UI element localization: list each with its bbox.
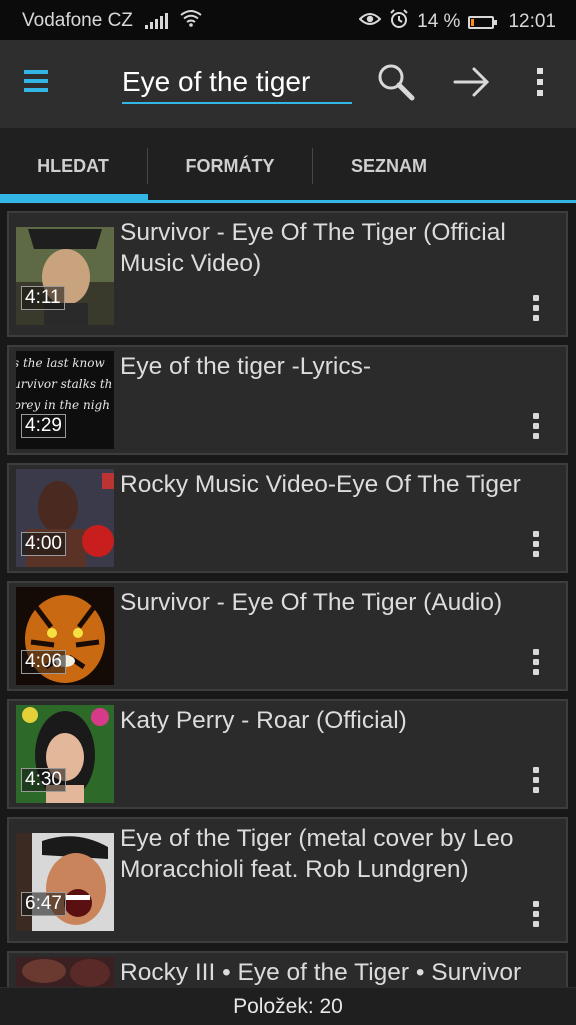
list-item[interactable]: 4:00 Rocky Music Video-Eye Of The Tiger bbox=[7, 463, 568, 573]
video-thumbnail bbox=[16, 957, 114, 987]
duration-badge: 4:06 bbox=[21, 650, 66, 674]
overflow-menu-icon[interactable] bbox=[516, 58, 564, 106]
tab-formaty[interactable]: FORMÁTY bbox=[157, 128, 303, 204]
video-title: Katy Perry - Roar (Official) bbox=[120, 707, 407, 734]
video-title: Eye of the tiger -Lyrics- bbox=[120, 353, 371, 380]
carrier-label: Vodafone CZ bbox=[22, 10, 133, 31]
duration-badge: 4:30 bbox=[21, 768, 66, 792]
thumbnail-caption: s the last know bbox=[16, 356, 105, 370]
list-item[interactable]: 6:47 Eye of the Tiger (metal cover by Le… bbox=[7, 817, 568, 943]
alarm-icon bbox=[389, 9, 409, 35]
status-bar: Vodafone CZ 14 % 12:01 bbox=[0, 0, 576, 40]
menu-icon[interactable] bbox=[24, 70, 48, 94]
video-title: Eye of the Tiger (metal cover by Leo Mor… bbox=[120, 825, 514, 883]
item-count-footer: Položek: 20 bbox=[0, 987, 576, 1025]
item-menu-icon[interactable] bbox=[528, 901, 544, 927]
go-arrow-icon[interactable] bbox=[448, 58, 496, 106]
toolbar bbox=[0, 40, 576, 128]
list-item[interactable]: Rocky III • Eye of the Tiger • Survivor bbox=[7, 951, 568, 987]
item-menu-icon[interactable] bbox=[528, 531, 544, 557]
results-list[interactable]: 4:11 Survivor - Eye Of The Tiger (Offici… bbox=[0, 204, 576, 987]
active-tab-indicator bbox=[0, 194, 148, 203]
video-thumbnail bbox=[16, 833, 114, 931]
tab-divider bbox=[312, 148, 313, 184]
tab-hledat[interactable]: HLEDAT bbox=[0, 128, 146, 204]
item-menu-icon[interactable] bbox=[528, 295, 544, 321]
search-icon[interactable] bbox=[372, 58, 420, 106]
list-item[interactable]: 4:06 Survivor - Eye Of The Tiger (Audio) bbox=[7, 581, 568, 691]
video-thumbnail bbox=[16, 227, 114, 325]
battery-icon bbox=[468, 15, 498, 29]
battery-percent: 14 % bbox=[417, 11, 461, 32]
eye-icon bbox=[358, 11, 382, 33]
item-menu-icon[interactable] bbox=[528, 413, 544, 439]
list-item[interactable]: 4:11 Survivor - Eye Of The Tiger (Offici… bbox=[7, 211, 568, 337]
duration-badge: 4:00 bbox=[21, 532, 66, 556]
item-menu-icon[interactable] bbox=[528, 649, 544, 675]
list-item[interactable]: 4:30 Katy Perry - Roar (Official) bbox=[7, 699, 568, 809]
tab-divider bbox=[147, 148, 148, 184]
signal-icon bbox=[144, 13, 168, 29]
duration-badge: 4:11 bbox=[21, 286, 65, 310]
item-menu-icon[interactable] bbox=[528, 767, 544, 793]
item-count-label: Položek: 20 bbox=[233, 994, 343, 1018]
tab-bar: HLEDAT FORMÁTY SEZNAM bbox=[0, 128, 576, 204]
tab-seznam[interactable]: SEZNAM bbox=[316, 128, 462, 204]
video-title: Rocky III • Eye of the Tiger • Survivor bbox=[120, 959, 522, 986]
list-item[interactable]: s the last know urvivor stalks th prey i… bbox=[7, 345, 568, 455]
video-title: Rocky Music Video-Eye Of The Tiger bbox=[120, 471, 521, 498]
search-input[interactable] bbox=[122, 62, 352, 104]
duration-badge: 4:29 bbox=[21, 414, 66, 438]
thumbnail-caption: prey in the nigh bbox=[16, 398, 110, 412]
clock: 12:01 bbox=[508, 11, 556, 32]
thumbnail-caption: urvivor stalks th bbox=[16, 377, 113, 391]
wifi-icon bbox=[180, 9, 202, 33]
duration-badge: 6:47 bbox=[21, 892, 66, 916]
video-title: Survivor - Eye Of The Tiger (Official Mu… bbox=[120, 219, 506, 277]
video-title: Survivor - Eye Of The Tiger (Audio) bbox=[120, 589, 503, 616]
